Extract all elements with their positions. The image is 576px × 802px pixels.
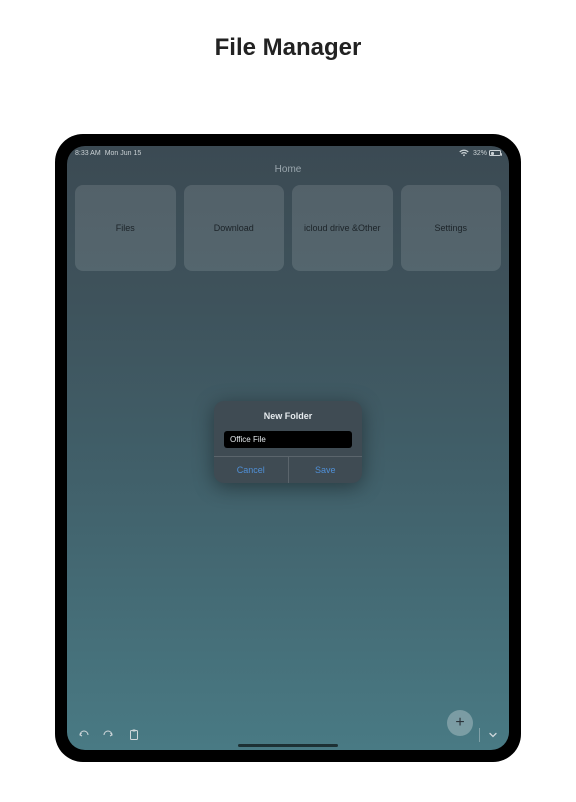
new-folder-dialog: New Folder Cancel Save (214, 401, 362, 483)
tile-label: icloud drive &Other (304, 223, 381, 234)
tile-label: Download (214, 223, 254, 234)
tile-row: Files Download icloud drive &Other Setti… (67, 175, 509, 271)
home-indicator (238, 744, 338, 747)
nav-title: Home (67, 164, 509, 175)
battery-text: 32% (473, 150, 487, 157)
clipboard-icon[interactable] (129, 729, 139, 741)
tile-label: Settings (434, 223, 467, 234)
cancel-button[interactable]: Cancel (214, 457, 288, 483)
page-title: File Manager (0, 34, 576, 62)
status-bar: 8:33 AM Mon Jun 15 32% (67, 146, 509, 160)
chevron-down-icon[interactable] (487, 729, 499, 741)
undo-icon[interactable] (77, 729, 89, 741)
battery-indicator: 32% (473, 150, 501, 157)
dialog-title: New Folder (214, 401, 362, 429)
tile-label: Files (116, 223, 135, 234)
tablet-frame: 8:33 AM Mon Jun 15 32% Home Files Downlo… (55, 134, 521, 762)
toolbar-divider (479, 728, 480, 742)
tile-settings[interactable]: Settings (401, 185, 502, 271)
tile-files[interactable]: Files (75, 185, 176, 271)
status-date: Mon Jun 15 (105, 150, 142, 157)
status-time: 8:33 AM (75, 150, 101, 157)
screen: 8:33 AM Mon Jun 15 32% Home Files Downlo… (67, 146, 509, 750)
wifi-icon (459, 149, 469, 157)
tile-download[interactable]: Download (184, 185, 285, 271)
tile-icloud[interactable]: icloud drive &Other (292, 185, 393, 271)
save-button[interactable]: Save (288, 457, 363, 483)
redo-icon[interactable] (103, 729, 115, 741)
folder-name-input[interactable] (224, 431, 352, 448)
